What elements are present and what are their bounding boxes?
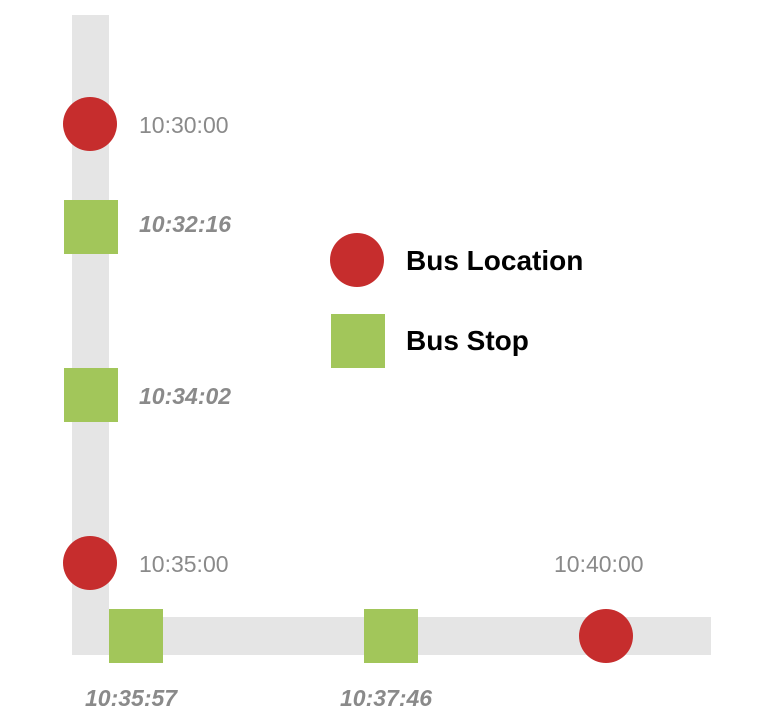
bus-location-marker — [579, 609, 633, 663]
bus-location-marker — [63, 536, 117, 590]
legend-bus-stop-swatch — [331, 314, 385, 368]
bus-location-time: 10:40:00 — [554, 551, 644, 577]
bus-location-marker — [63, 97, 117, 151]
bus-stop-marker — [364, 609, 418, 663]
bus-stop-marker — [109, 609, 163, 663]
bus-stop-time: 10:35:57 — [85, 685, 178, 711]
legend-bus-location-label: Bus Location — [406, 245, 584, 276]
bus-stop-time: 10:37:46 — [340, 685, 433, 711]
bus-stop-time: 10:32:16 — [139, 211, 232, 237]
bus-location-time: 10:30:00 — [139, 112, 229, 138]
legend-bus-stop-label: Bus Stop — [406, 325, 529, 356]
bus-stop-time: 10:34:02 — [139, 383, 232, 409]
bus-stop-marker — [64, 200, 118, 254]
bus-stop-marker — [64, 368, 118, 422]
legend-bus-location-swatch — [330, 233, 384, 287]
bus-location-time: 10:35:00 — [139, 551, 229, 577]
bus-route-diagram: 10:30:00 10:35:00 10:40:00 10:32:16 10:3… — [0, 0, 778, 722]
